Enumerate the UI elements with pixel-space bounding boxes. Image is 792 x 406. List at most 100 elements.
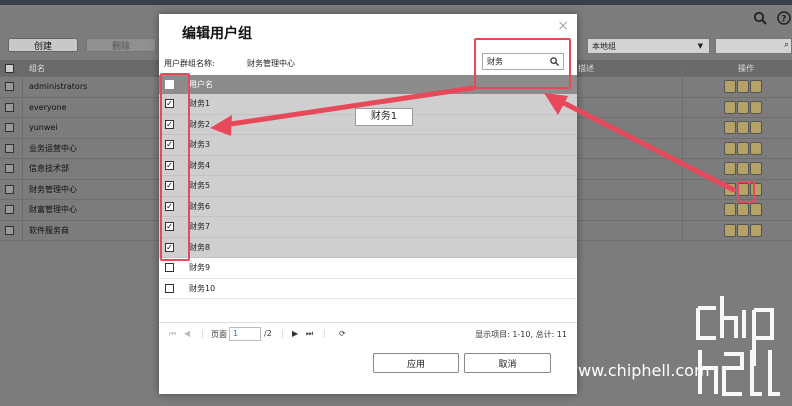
row-checkbox[interactable] (5, 184, 14, 194)
close-icon[interactable]: × (557, 18, 569, 34)
select-all-checkbox[interactable] (5, 63, 14, 73)
prev-page-icon[interactable]: ◀ (184, 329, 190, 338)
user-name: 财务7 (189, 222, 211, 232)
folder-icon[interactable] (750, 80, 762, 94)
cancel-button[interactable]: 取消 (464, 353, 551, 373)
group-name-value: 财务管理中心 (247, 59, 295, 68)
edit-icon[interactable] (724, 162, 736, 176)
col-username: 用户名 (189, 80, 213, 89)
divider: | (281, 329, 284, 338)
row-checkbox[interactable] (5, 102, 14, 112)
list-item[interactable]: ✓ 财务4 (159, 155, 577, 176)
delete-button[interactable]: 删除 (86, 38, 156, 52)
user-name: 财务6 (189, 201, 211, 211)
row-actions (724, 223, 762, 237)
users-icon[interactable] (737, 223, 749, 237)
action-highlight-box (737, 181, 755, 203)
row-actions (724, 121, 762, 135)
user-name: 财务4 (189, 160, 211, 170)
user-name: 财务2 (189, 119, 211, 129)
domain-select-value: 本地组 (592, 41, 616, 51)
list-item[interactable]: ✓ 财务5 (159, 176, 577, 197)
folder-icon[interactable] (750, 121, 762, 135)
group-name: 信息技术部 (29, 164, 69, 174)
divider (682, 60, 683, 240)
folder-icon[interactable] (750, 100, 762, 114)
user-name: 财务3 (189, 140, 211, 150)
folder-icon[interactable] (750, 141, 762, 155)
users-icon[interactable] (737, 162, 749, 176)
folder-icon[interactable] (750, 223, 762, 237)
search-highlight-box (474, 38, 571, 89)
col-name-header: 组名 (29, 63, 45, 73)
user-checkbox[interactable] (165, 283, 174, 293)
edit-icon[interactable] (724, 223, 736, 237)
divider (22, 60, 23, 240)
edit-icon[interactable] (724, 100, 736, 114)
create-button[interactable]: 创建 (8, 38, 78, 52)
users-icon[interactable] (737, 100, 749, 114)
group-name: everyone (29, 102, 67, 112)
group-name: 业务运营中心 (29, 143, 77, 153)
page-label: 页面 (211, 330, 227, 339)
row-checkbox[interactable] (5, 143, 14, 153)
total-pages: /2 (264, 329, 272, 338)
divider: | (323, 329, 326, 338)
users-icon[interactable] (737, 203, 749, 217)
group-name-label: 用户群组名称: (164, 59, 215, 68)
svg-text:?: ? (781, 15, 786, 25)
group-name: 财务管理中心 (29, 184, 77, 194)
list-item[interactable]: ✓ 财务6 (159, 196, 577, 217)
user-checkbox[interactable] (165, 263, 174, 273)
col-ops-header: 操作 (738, 63, 754, 73)
row-checkbox[interactable] (5, 205, 14, 215)
list-item[interactable]: ✓ 财务7 (159, 217, 577, 238)
row-checkbox[interactable] (5, 225, 14, 235)
pagination: ⏮ ◀ | 页面 1 /2 | ▶ ⏭ | ⟳ 显示项目: 1-10, 总计: … (159, 322, 577, 344)
edit-icon[interactable] (724, 80, 736, 94)
group-name: administrators (29, 82, 88, 92)
header-icons: ? (752, 10, 792, 26)
apply-button[interactable]: 应用 (373, 353, 459, 373)
watermark: www.chiphell.com (565, 361, 710, 380)
users-icon[interactable] (737, 121, 749, 135)
group-name: 软件服务商 (29, 225, 69, 235)
next-page-icon[interactable]: ▶ (292, 329, 298, 338)
first-page-icon[interactable]: ⏮ (169, 329, 176, 339)
group-name: yunwei (29, 123, 58, 133)
last-page-icon[interactable]: ⏭ (306, 329, 313, 339)
folder-icon[interactable] (750, 162, 762, 176)
domain-select[interactable]: 本地组 ▼ (587, 38, 710, 54)
help-icon[interactable]: ? (776, 10, 792, 26)
row-checkbox[interactable] (5, 164, 14, 174)
chevron-down-icon: ▼ (697, 42, 703, 50)
row-actions (724, 80, 762, 94)
edit-icon[interactable] (724, 203, 736, 217)
search-icon[interactable] (752, 10, 768, 26)
user-name: 财务8 (189, 242, 211, 252)
list-item[interactable]: ✓ 财务8 (159, 237, 577, 258)
edit-icon[interactable] (724, 121, 736, 135)
users-icon[interactable] (737, 141, 749, 155)
checkbox-highlight-box (160, 73, 190, 261)
row-checkbox[interactable] (5, 123, 14, 133)
edit-icon[interactable] (724, 141, 736, 155)
list-item[interactable]: 财务10 (159, 279, 577, 299)
user-name: 财务10 (189, 283, 216, 293)
page-summary: 显示项目: 1-10, 总计: 11 (475, 330, 567, 339)
user-name: 财务5 (189, 181, 211, 191)
col-desc-header: 描述 (578, 63, 594, 73)
background-search-input[interactable]: ⌕ (715, 38, 792, 54)
group-name: 财富管理中心 (29, 205, 77, 215)
row-actions (724, 141, 762, 155)
row-checkbox[interactable] (5, 82, 14, 92)
users-icon[interactable] (737, 80, 749, 94)
list-item[interactable]: ✓ 财务3 (159, 135, 577, 156)
refresh-icon[interactable]: ⟳ (339, 329, 346, 338)
edit-icon[interactable] (724, 182, 736, 196)
user-name: 财务1 (189, 99, 211, 109)
folder-icon[interactable] (750, 203, 762, 217)
page-input[interactable]: 1 (229, 327, 261, 341)
list-item[interactable]: 财务9 (159, 258, 577, 279)
row-actions (724, 162, 762, 176)
